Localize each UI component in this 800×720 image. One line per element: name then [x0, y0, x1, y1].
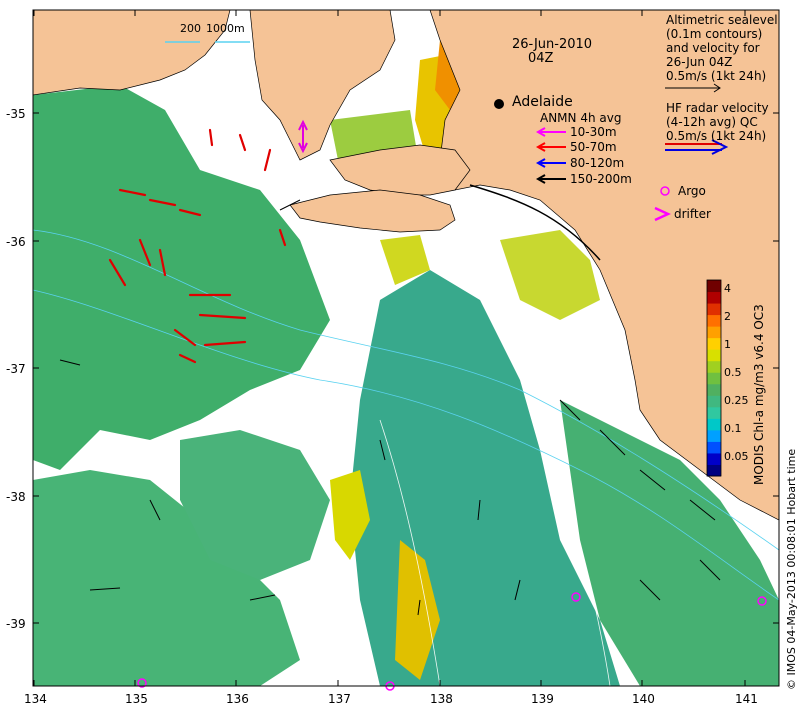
colorbar-segment	[707, 452, 721, 465]
legend-hf-line: (4-12h avg) QC	[666, 115, 758, 129]
legend-anmn-item: 80-120m	[570, 156, 625, 170]
x-tick-label: 139	[531, 692, 554, 706]
colorbar-segment	[707, 337, 721, 350]
colorbar-segment	[707, 464, 721, 477]
x-tick-label: 140	[632, 692, 655, 706]
colorbar-segment	[707, 303, 721, 316]
colorbar-tick: 0.5	[724, 366, 742, 379]
label-adelaide: Adelaide	[512, 94, 573, 110]
colorbar-segment	[707, 349, 721, 362]
colorbar-segment	[707, 429, 721, 442]
x-tick-label: 141	[735, 692, 758, 706]
x-tick-label: 135	[125, 692, 148, 706]
legend-altimetry-line: Altimetric sealevel	[666, 13, 778, 27]
colorbar-segment	[707, 291, 721, 304]
credit-text: © IMOS 04-May-2013 00:08:01 Hobart time	[785, 448, 798, 690]
colorbar-tick: 0.05	[724, 450, 749, 463]
legend-altimetry-line: 0.5m/s (1kt 24h)	[666, 69, 767, 83]
scale-bar-label-1000: 1000m	[206, 22, 245, 35]
legend-argo-label: Argo	[678, 184, 706, 198]
adelaide-marker	[494, 99, 504, 109]
legend-drifter-label: drifter	[674, 207, 711, 221]
y-tick-label: -36	[6, 235, 26, 249]
colorbar-segment	[707, 406, 721, 419]
x-tick-label: 134	[24, 692, 47, 706]
colorbar-segment	[707, 383, 721, 396]
colorbar-segment	[707, 372, 721, 385]
scale-bar-label-200: 200	[180, 22, 201, 35]
y-tick-label: -38	[6, 490, 26, 504]
x-tick-label: 138	[430, 692, 453, 706]
colorbar-segment	[707, 360, 721, 373]
legend-anmn-title: ANMN 4h avg	[540, 111, 622, 125]
y-tick-label: -35	[6, 107, 26, 121]
title-date: 26-Jun-2010	[512, 37, 593, 52]
y-tick-label: -37	[6, 362, 26, 376]
legend-anmn-item: 10-30m	[570, 125, 617, 139]
title-time: 04Z	[528, 51, 554, 66]
colorbar-tick: 0.25	[724, 394, 749, 407]
y-tick-label: -39	[6, 617, 26, 631]
colorbar-segment	[707, 441, 721, 454]
colorbar-segment	[707, 418, 721, 431]
legend-altimetry-line: (0.1m contours)	[666, 27, 763, 41]
legend-anmn-item: 50-70m	[570, 140, 617, 154]
x-tick-label: 136	[226, 692, 249, 706]
colorbar-segment	[707, 314, 721, 327]
legend-anmn-item: 150-200m	[570, 172, 632, 186]
colorbar	[707, 280, 721, 477]
x-tick-label: 137	[328, 692, 351, 706]
colorbar-tick: 1	[724, 338, 731, 351]
colorbar-title: MODIS Chl-a mg/m3 v6.4 OC3	[752, 304, 766, 485]
colorbar-segment	[707, 280, 721, 293]
colorbar-tick: 0.1	[724, 422, 742, 435]
legend-hf-line: 0.5m/s (1kt 24h)	[666, 129, 767, 143]
colorbar-tick: 2	[724, 310, 731, 323]
colorbar-segment	[707, 395, 721, 408]
colorbar-segment	[707, 326, 721, 339]
legend-hf-line: HF radar velocity	[666, 101, 769, 115]
colorbar-tick: 4	[724, 282, 731, 295]
legend-altimetry-line: and velocity for	[666, 41, 760, 55]
legend-altimetry-line: 26-Jun 04Z	[666, 55, 733, 69]
